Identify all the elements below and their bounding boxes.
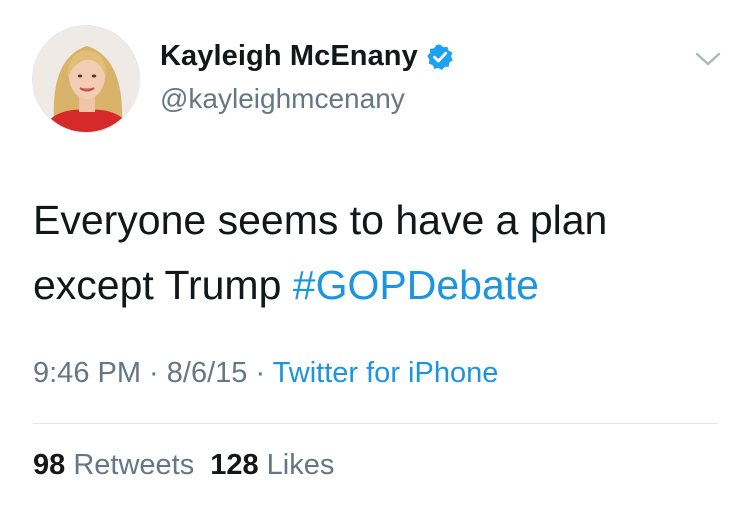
tweet-date[interactable]: 8/6/15 <box>167 357 248 389</box>
display-name[interactable]: Kayleigh McEnany <box>160 40 418 73</box>
likes-count[interactable]: 128 <box>210 449 258 481</box>
tweet-text: Everyone seems to have a plan except Tru… <box>33 188 723 318</box>
verified-badge-icon <box>426 43 454 71</box>
retweets-label[interactable]: Retweets <box>73 449 194 481</box>
divider <box>33 423 718 424</box>
profile-photo <box>33 26 139 132</box>
tweet-stats: 98 Retweets 128 Likes <box>33 449 334 482</box>
chevron-down-icon[interactable] <box>694 50 722 68</box>
likes-label[interactable]: Likes <box>267 449 335 481</box>
avatar[interactable] <box>32 25 140 133</box>
tweet-source-link[interactable]: Twitter for iPhone <box>273 357 499 389</box>
meta-separator: · <box>247 357 273 389</box>
tweet-meta: 9:46 PM · 8/6/15 · Twitter for iPhone <box>33 357 498 390</box>
hashtag-link[interactable]: #GOPDebate <box>293 262 539 308</box>
meta-separator: · <box>141 357 167 389</box>
tweet-time[interactable]: 9:46 PM <box>33 357 141 389</box>
retweets-count[interactable]: 98 <box>33 449 65 481</box>
name-row: Kayleigh McEnany <box>160 40 454 73</box>
user-handle[interactable]: @kayleighmcenany <box>160 83 405 115</box>
